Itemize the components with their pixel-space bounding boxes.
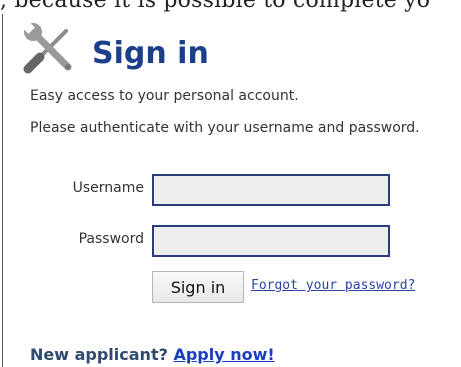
page-title: Sign in [92, 35, 209, 71]
password-label: Password [78, 231, 144, 247]
tools-icon [22, 21, 72, 74]
signin-header: Sign in [22, 18, 209, 78]
username-label: Username [72, 180, 144, 196]
intro-text: Easy access to your personal account. [30, 88, 299, 104]
panel-left-border [2, 14, 3, 367]
instructions-text: Please authenticate with your username a… [30, 120, 420, 136]
new-applicant-footer: New applicant? Apply now! [30, 345, 275, 364]
new-applicant-label: New applicant? [30, 345, 168, 364]
sign-in-button[interactable]: Sign in [152, 271, 244, 303]
password-field[interactable] [152, 225, 390, 257]
forgot-password-link[interactable]: Forgot your password? [251, 278, 415, 293]
apply-now-link[interactable]: Apply now! [173, 345, 274, 364]
page-text-fragment-line: , because it is possible to complete yo [0, 0, 431, 13]
page-text-fragment: , because it is possible to complete yo [0, 0, 461, 14]
username-field[interactable] [152, 174, 390, 206]
